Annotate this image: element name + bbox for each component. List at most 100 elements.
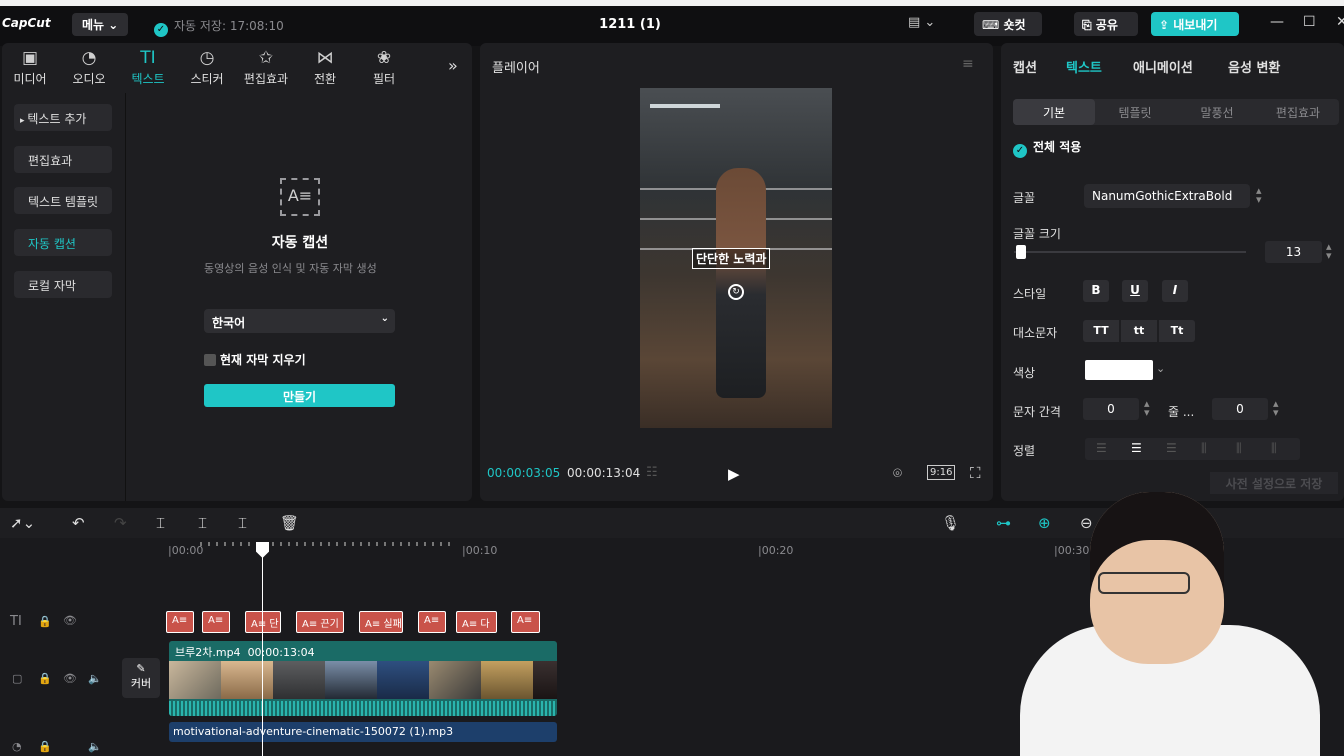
play-icon[interactable]: ▶ [728, 465, 740, 483]
split-icon[interactable]: ⌶ [156, 514, 165, 532]
stepper-icon[interactable]: ▴ ▾ [1144, 398, 1150, 418]
text-clip[interactable]: A≡ 실패 [359, 611, 403, 633]
tab-animation[interactable]: 애니메이션 [1133, 57, 1193, 76]
bold-button[interactable]: B [1083, 280, 1109, 302]
chevron-down-icon[interactable]: ⌄ [1156, 362, 1165, 375]
tool-effects[interactable]: ✩ 편집효과 [237, 48, 295, 87]
link-icon[interactable]: ⊕ [1038, 514, 1051, 532]
close-icon[interactable]: ✕ [1336, 14, 1344, 30]
apply-all-checkbox[interactable]: ✓ 전체 적용 [1013, 138, 1081, 158]
italic-button[interactable]: I [1162, 280, 1188, 302]
create-button[interactable]: 만들기 [204, 384, 395, 407]
video-clip[interactable]: 브루2차.mp4 00:00:13:04 [169, 641, 557, 716]
video-preview[interactable]: 단단한 노력과 ↻ [640, 88, 832, 428]
tool-media[interactable]: ▣ 미디어 [1, 48, 59, 87]
align-bottom-icon[interactable]: ⫼ [1271, 441, 1277, 456]
maximize-icon[interactable]: ☐ [1303, 14, 1316, 30]
text-clip[interactable]: A≡ 다 [456, 611, 497, 633]
text-clip[interactable]: A≡ [166, 611, 194, 633]
sidebar-item-effects[interactable]: 편집효과 [14, 146, 112, 173]
microphone-icon[interactable]: 🎙 [941, 514, 960, 532]
align-right-icon[interactable]: ☰ [1166, 441, 1177, 455]
lowercase-button[interactable]: tt [1121, 320, 1157, 342]
layout-icon[interactable]: ▤ ⌄ [908, 15, 935, 30]
magnet-icon[interactable]: ⊶ [996, 514, 1011, 532]
caption-overlay[interactable]: 단단한 노력과 [692, 248, 771, 269]
more-tools-icon[interactable]: » [448, 56, 458, 75]
uppercase-button[interactable]: TT [1083, 320, 1119, 342]
tool-text[interactable]: TI 텍스트 [119, 48, 177, 87]
speaker-icon[interactable]: 🔈 [88, 672, 102, 685]
delete-icon[interactable]: 🗑 [280, 514, 299, 532]
eye-icon[interactable]: 👁 [63, 672, 77, 685]
font-size-input[interactable]: 13 [1265, 241, 1322, 263]
select-cursor-icon[interactable]: ➚⌄ [10, 514, 35, 532]
sidebar-item-local-caption[interactable]: 로컬 자막 [14, 271, 112, 298]
eye-icon[interactable]: 👁 [63, 614, 77, 627]
hamburger-icon[interactable]: ≡ [962, 56, 974, 72]
align-center-icon[interactable]: ☰ [1131, 441, 1142, 455]
text-clip[interactable]: A≡ 단 [245, 611, 281, 633]
stepper-icon[interactable]: ▴ ▾ [1256, 185, 1262, 205]
underline-button[interactable]: U [1122, 280, 1148, 302]
lock-icon[interactable]: 🔒 [38, 740, 52, 753]
save-preset-button[interactable]: 사전 설정으로 저장 [1210, 472, 1338, 494]
export-button[interactable]: ⇪ 내보내기 [1151, 12, 1239, 36]
undo-icon[interactable]: ↶ [72, 514, 85, 532]
video-thumbnail [221, 661, 273, 699]
tool-audio[interactable]: ◔ 오디오 [60, 48, 118, 87]
clear-captions-label: 현재 자막 지우기 [220, 353, 306, 367]
preview-axis-icon[interactable]: ⊖ [1080, 514, 1093, 532]
line-spacing-input[interactable]: 0 [1212, 398, 1268, 420]
menu-button[interactable]: 메뉴 ⌄ [72, 13, 128, 36]
tab-voice[interactable]: 음성 변환 [1228, 57, 1280, 76]
align-label: 정렬 [1013, 444, 1036, 458]
tool-filter[interactable]: ❀ 필터 [355, 48, 413, 87]
minimize-icon[interactable]: — [1270, 14, 1284, 30]
text-clip[interactable]: A≡ [418, 611, 446, 633]
font-size-slider[interactable] [1014, 251, 1246, 253]
align-left-icon[interactable]: ☰ [1096, 441, 1107, 455]
fullscreen-icon[interactable]: ⛶ [970, 464, 981, 482]
split-left-icon[interactable]: ⌶ [198, 514, 207, 532]
text-clip[interactable]: A≡ [511, 611, 540, 633]
color-swatch[interactable] [1085, 360, 1153, 380]
font-select[interactable]: NanumGothicExtraBold [1084, 184, 1250, 208]
rotate-icon[interactable]: ↻ [728, 284, 744, 300]
tab-caption[interactable]: 캡션 [1013, 57, 1037, 76]
redo-icon[interactable]: ↷ [114, 514, 127, 532]
tool-sticker[interactable]: ◷ 스티커 [178, 48, 236, 87]
shortcut-button[interactable]: ⌨ 숏컷 [974, 12, 1042, 36]
clear-captions-checkbox[interactable]: 현재 자막 지우기 [204, 351, 306, 368]
text-clip[interactable]: A≡ [202, 611, 230, 633]
cover-button[interactable]: ✎ 커버 [122, 658, 160, 698]
screenshot-icon[interactable]: ⌾ [893, 464, 902, 482]
split-right-icon[interactable]: ⌶ [238, 514, 247, 532]
audio-clip[interactable]: motivational-adventure-cinematic-150072 … [169, 722, 557, 742]
sidebar-item-templates[interactable]: 텍스트 템플릿 [14, 187, 112, 214]
letter-spacing-input[interactable]: 0 [1083, 398, 1139, 420]
tab-text[interactable]: 텍스트 [1066, 57, 1102, 76]
align-middle-icon[interactable]: ⫼ [1236, 441, 1242, 456]
align-top-icon[interactable]: ⫼ [1201, 441, 1207, 456]
subtab-effects[interactable]: 편집효과 [1258, 104, 1338, 121]
titlecase-button[interactable]: Tt [1159, 320, 1195, 342]
slider-handle[interactable] [1016, 245, 1026, 259]
speaker-icon[interactable]: 🔈 [88, 740, 102, 753]
subtab-template[interactable]: 템플릿 [1095, 104, 1175, 121]
lock-icon[interactable]: 🔒 [38, 615, 52, 628]
language-select[interactable]: 한국어 ⌄ [204, 309, 395, 333]
playhead-line[interactable] [262, 542, 263, 756]
lock-icon[interactable]: 🔒 [38, 672, 52, 685]
tool-transition[interactable]: ⋈ 전환 [296, 48, 354, 87]
subtab-bubble[interactable]: 말풍선 [1177, 104, 1257, 121]
share-button[interactable]: ⎘ 공유 [1074, 12, 1138, 36]
stepper-icon[interactable]: ▴ ▾ [1273, 398, 1279, 418]
timeline-grid-icon[interactable]: ☷ [646, 465, 658, 480]
sidebar-item-add-text[interactable]: ▸ 텍스트 추가 [14, 104, 112, 131]
text-clip[interactable]: A≡ 끈기 [296, 611, 344, 633]
aspect-ratio-button[interactable]: 9:16 [927, 465, 956, 480]
stepper-icon[interactable]: ▴ ▾ [1326, 241, 1332, 261]
sidebar-item-auto-caption[interactable]: 자동 캡션 [14, 229, 112, 256]
subtab-basic[interactable]: 기본 [1014, 104, 1094, 121]
